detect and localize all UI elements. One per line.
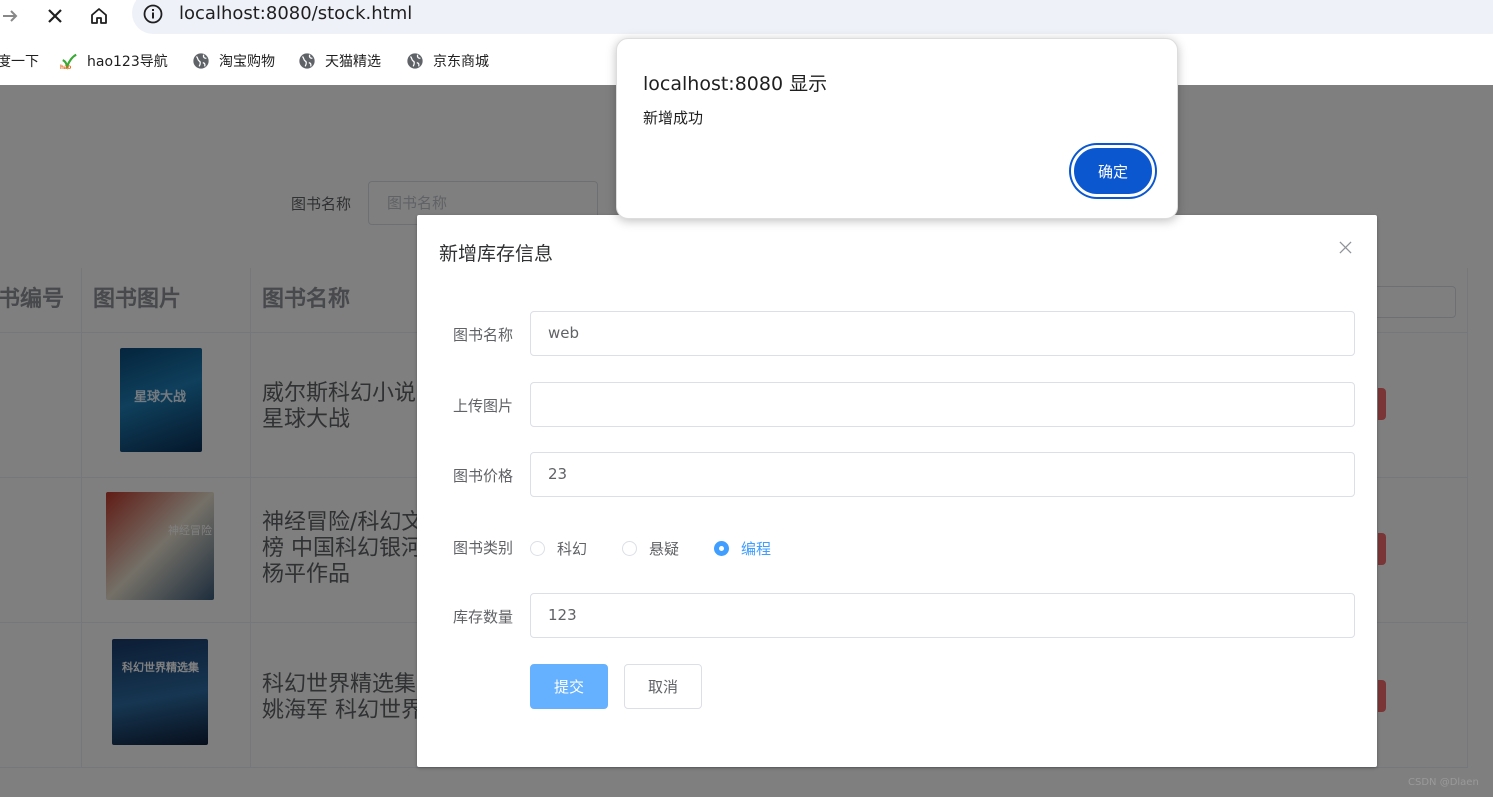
bookmark-taobao[interactable]: 淘宝购物 (192, 50, 275, 72)
bookmark-label: hao123导航 (87, 54, 168, 70)
alert-title: localhost:8080 显示 (643, 73, 828, 95)
bookmark-label: 天猫精选 (325, 54, 381, 70)
home-icon[interactable] (85, 2, 113, 30)
url-text[interactable]: localhost:8080/stock.html (179, 3, 412, 25)
radio-programming[interactable]: 编程 (714, 538, 771, 559)
stock-quantity-input[interactable]: 123 (530, 593, 1355, 638)
radio-label: 科幻 (557, 540, 588, 558)
site-info-icon[interactable] (142, 3, 164, 25)
alert-ok-button[interactable]: 确定 (1071, 145, 1155, 197)
bookmark-baidu[interactable]: 度一下 (0, 50, 39, 72)
bookmark-hao123[interactable]: hao hao123导航 (60, 50, 168, 72)
close-icon[interactable] (1335, 237, 1355, 257)
browser-alert-dialog: localhost:8080 显示 新增成功 确定 (616, 38, 1178, 219)
watermark: CSDN @Dlaen (1408, 777, 1479, 788)
radio-scifi[interactable]: 科幻 (530, 538, 587, 559)
radio-label: 悬疑 (649, 540, 680, 558)
bookmark-label: 度一下 (0, 54, 39, 70)
bookmark-label: 淘宝购物 (219, 54, 275, 70)
forward-arrow-icon[interactable] (0, 2, 24, 30)
add-stock-dialog: 新增库存信息 图书名称 web 上传图片 图书价格 23 图书类别 科幻 悬疑 … (417, 215, 1377, 767)
svg-text:hao: hao (60, 64, 71, 70)
bookmark-tmall[interactable]: 天猫精选 (298, 50, 381, 72)
radio-label: 编程 (741, 540, 772, 558)
address-bar-row: localhost:8080/stock.html (0, 0, 1493, 34)
bookmark-label: 京东商城 (433, 54, 489, 70)
hao123-icon: hao (60, 53, 77, 70)
radio-circle[interactable] (530, 541, 545, 556)
alert-message: 新增成功 (643, 109, 704, 127)
dialog-title: 新增库存信息 (439, 243, 554, 265)
upload-image-input[interactable] (530, 382, 1355, 427)
stop-loading-icon[interactable] (41, 2, 69, 30)
stock-quantity-label: 库存数量 (453, 608, 514, 626)
radio-circle[interactable] (622, 541, 637, 556)
book-name-label: 图书名称 (453, 326, 514, 344)
bookmark-jd[interactable]: 京东商城 (406, 50, 489, 72)
radio-circle-checked[interactable] (714, 541, 729, 556)
radio-mystery[interactable]: 悬疑 (622, 538, 679, 559)
upload-image-label: 上传图片 (453, 397, 514, 415)
book-price-label: 图书价格 (453, 467, 514, 485)
cancel-button[interactable]: 取消 (624, 664, 702, 709)
book-category-label: 图书类别 (453, 539, 514, 557)
globe-icon (193, 53, 209, 69)
globe-icon (407, 53, 423, 69)
book-price-input[interactable]: 23 (530, 452, 1355, 497)
book-name-input[interactable]: web (530, 311, 1355, 356)
submit-button[interactable]: 提交 (530, 664, 608, 709)
globe-icon (299, 53, 315, 69)
